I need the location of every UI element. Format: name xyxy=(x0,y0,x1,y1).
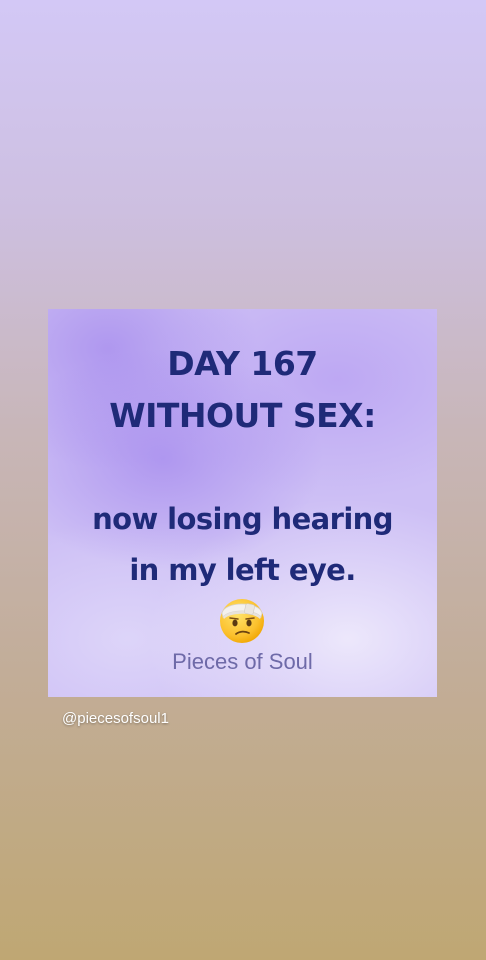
joke-line-1: now losing hearing xyxy=(92,502,393,536)
mention-tag[interactable]: @piecesofsoul1 xyxy=(62,709,169,729)
headline-day-count: DAY 167 xyxy=(167,344,318,383)
story-post-image: DAY 167 WITHOUT SEX: now losing hearing … xyxy=(48,309,437,697)
brand-signature: Pieces of Soul xyxy=(172,649,313,674)
headline-without-sex: WITHOUT SEX: xyxy=(109,396,376,435)
joke-line-2: in my left eye. xyxy=(129,553,356,587)
bandaged-face-emoji-icon xyxy=(220,599,264,643)
